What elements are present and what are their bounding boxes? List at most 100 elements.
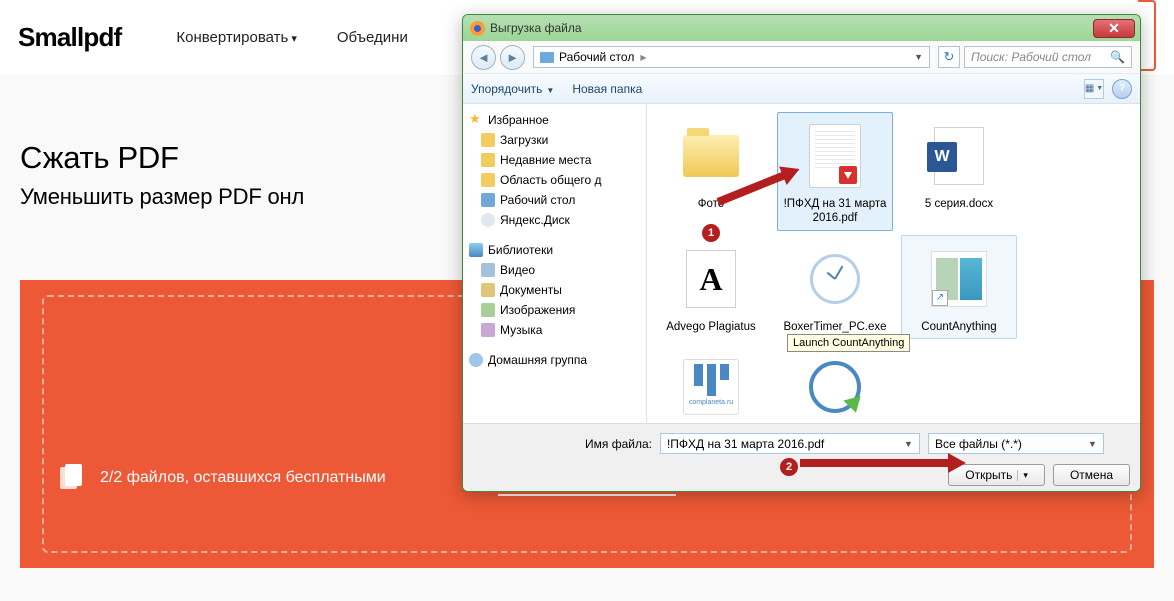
- file-item-docx[interactable]: W 5 серия.docx: [901, 112, 1017, 231]
- dialog-title: Выгрузка файла: [490, 21, 1093, 35]
- cancel-button[interactable]: Отмена: [1053, 464, 1130, 486]
- chevron-right-icon: ▶: [640, 53, 646, 62]
- text-icon: A: [686, 250, 736, 308]
- word-icon: W: [934, 127, 984, 185]
- file-name: Advego Plagiatus: [666, 320, 756, 334]
- sidebar-item-pictures[interactable]: Изображения: [463, 300, 646, 320]
- file-item-countdown[interactable]: Free Countdown Timer: [777, 343, 893, 423]
- filename-label: Имя файла:: [585, 437, 652, 451]
- dropdown-icon[interactable]: ▼: [1088, 439, 1097, 449]
- dropdown-icon[interactable]: ▼: [904, 439, 913, 449]
- new-folder-button[interactable]: Новая папка: [572, 82, 642, 96]
- file-filter[interactable]: Все файлы (*.*) ▼: [928, 433, 1104, 454]
- sidebar-label: Музыка: [500, 323, 542, 337]
- clock-icon: [809, 361, 861, 413]
- file-name: CountAnything: [921, 320, 996, 334]
- file-item-txt[interactable]: A Advego Plagiatus: [653, 235, 769, 339]
- sidebar-homegroup[interactable]: Домашняя группа: [463, 350, 646, 370]
- filter-value: Все файлы (*.*): [935, 437, 1022, 451]
- breadcrumb-text: Рабочий стол: [559, 50, 634, 64]
- pdf-icon: [809, 124, 861, 188]
- sidebar-libraries[interactable]: Библиотеки: [463, 240, 646, 260]
- close-button[interactable]: ✕: [1093, 19, 1135, 38]
- search-input[interactable]: Поиск: Рабочий стол 🔍: [964, 46, 1132, 68]
- nav-convert[interactable]: Конвертировать▾: [176, 29, 296, 46]
- music-icon: [481, 323, 495, 337]
- clock-icon: [810, 254, 860, 304]
- logo[interactable]: Smallpdf: [18, 22, 121, 53]
- sidebar-item-videos[interactable]: Видео: [463, 260, 646, 280]
- nav-merge[interactable]: Объедини: [337, 29, 408, 46]
- files-left-text: 2/2 файлов, оставшихся бесплатными: [100, 469, 386, 487]
- titlebar: Выгрузка файла ✕: [463, 15, 1140, 41]
- sidebar-label: Документы: [500, 283, 562, 297]
- sidebar-libraries-label: Библиотеки: [488, 243, 553, 257]
- tooltip: Launch CountAnything: [787, 334, 910, 352]
- cloud-icon: [481, 213, 495, 227]
- organize-button[interactable]: Упорядочить ▼: [471, 82, 554, 96]
- video-icon: [481, 263, 495, 277]
- breadcrumb-dropdown-icon[interactable]: ▼: [914, 52, 923, 62]
- toolbar: Упорядочить ▼ Новая папка ▦▼ ?: [463, 74, 1140, 104]
- sidebar-item-downloads[interactable]: Загрузки: [463, 130, 646, 150]
- doc-icon: [481, 283, 495, 297]
- sidebar-item-yadisk[interactable]: Яндекс.Диск: [463, 210, 646, 230]
- file-dialog: Выгрузка файла ✕ ◄ ► Рабочий стол ▶ ▼ ↻ …: [462, 14, 1141, 492]
- sidebar-favorites-label: Избранное: [488, 113, 549, 127]
- files-left: 2/2 файлов, оставшихся бесплатными: [60, 464, 386, 492]
- breadcrumb[interactable]: Рабочий стол ▶ ▼: [533, 46, 930, 68]
- file-item-png[interactable]: complaneta.rucropped-pc-market1.png: [653, 343, 769, 423]
- file-item-shortcut[interactable]: ↗ CountAnything: [901, 235, 1017, 339]
- homegroup-icon: [469, 353, 483, 367]
- firefox-icon: [470, 21, 485, 36]
- sidebar-label: Область общего д: [500, 173, 602, 187]
- sidebar-label: Рабочий стол: [500, 193, 575, 207]
- open-button[interactable]: Открыть: [948, 464, 1045, 486]
- library-icon: [469, 243, 483, 257]
- sidebar-item-documents[interactable]: Документы: [463, 280, 646, 300]
- file-pane: Фото !ПФХД на 31 марта 2016.pdf W 5 серия…: [647, 104, 1140, 423]
- file-name: !ПФХД на 31 марта 2016.pdf: [780, 197, 890, 226]
- nav-convert-label: Конвертировать: [176, 29, 288, 46]
- file-name: 5 серия.docx: [925, 197, 993, 211]
- nav-merge-label: Объедини: [337, 29, 408, 46]
- search-icon[interactable]: 🔍: [1110, 50, 1125, 64]
- file-item-exe[interactable]: BoxerTimer_PC.exe: [777, 235, 893, 339]
- filename-value: !ПФХД на 31 марта 2016.pdf: [667, 437, 824, 451]
- folder-icon: [683, 135, 739, 177]
- file-name: BoxerTimer_PC.exe: [783, 320, 886, 334]
- sidebar-item-recent[interactable]: Недавние места: [463, 150, 646, 170]
- app-icon: complaneta.ru: [683, 359, 739, 415]
- desktop-icon: [540, 52, 554, 63]
- nav-row: ◄ ► Рабочий стол ▶ ▼ ↻ Поиск: Рабочий ст…: [463, 41, 1140, 74]
- sidebar-label: Изображения: [500, 303, 575, 317]
- chevron-down-icon: ▼: [546, 86, 554, 95]
- desktop-icon: [481, 193, 495, 207]
- refresh-button[interactable]: ↻: [938, 46, 960, 68]
- files-icon: [60, 464, 84, 492]
- sidebar-item-desktop[interactable]: Рабочий стол: [463, 190, 646, 210]
- star-icon: [469, 113, 483, 127]
- thumbnail-icon: ↗: [931, 251, 987, 307]
- sidebar-homegroup-label: Домашняя группа: [488, 353, 587, 367]
- file-item-folder[interactable]: Фото: [653, 112, 769, 231]
- dialog-footer: Имя файла: !ПФХД на 31 марта 2016.pdf ▼ В…: [463, 423, 1140, 491]
- sidebar-item-music[interactable]: Музыка: [463, 320, 646, 340]
- sidebar-item-shared[interactable]: Область общего д: [463, 170, 646, 190]
- help-button[interactable]: ?: [1112, 79, 1132, 99]
- sidebar-label: Загрузки: [500, 133, 548, 147]
- forward-button[interactable]: ►: [500, 45, 525, 70]
- sidebar-label: Видео: [500, 263, 535, 277]
- file-item-pdf[interactable]: !ПФХД на 31 марта 2016.pdf: [777, 112, 893, 231]
- filename-input[interactable]: !ПФХД на 31 марта 2016.pdf ▼: [660, 433, 920, 454]
- view-button[interactable]: ▦▼: [1084, 79, 1104, 99]
- shortcut-arrow-icon: ↗: [932, 290, 948, 306]
- picture-icon: [481, 303, 495, 317]
- organize-label: Упорядочить: [471, 82, 542, 96]
- back-button[interactable]: ◄: [471, 45, 496, 70]
- chevron-down-icon: ▾: [291, 33, 297, 45]
- folder-icon: [481, 173, 495, 187]
- sidebar-label: Яндекс.Диск: [500, 213, 570, 227]
- sidebar-favorites[interactable]: Избранное: [463, 110, 646, 130]
- folder-icon: [481, 153, 495, 167]
